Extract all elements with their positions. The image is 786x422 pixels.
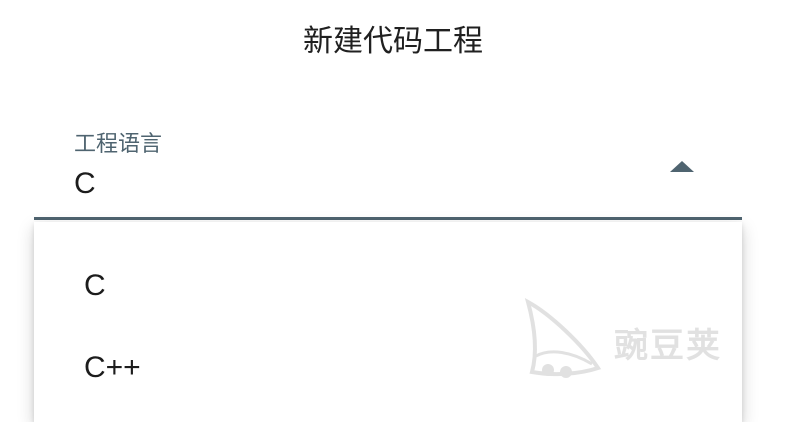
menu-item-c[interactable]: C <box>34 244 742 328</box>
arrow-up-icon[interactable] <box>670 161 694 172</box>
language-select[interactable]: 工程语言 C <box>34 124 742 220</box>
dialog-title: 新建代码工程 <box>303 24 483 59</box>
language-field-label: 工程语言 <box>74 132 163 157</box>
language-dropdown-menu: C C++ <box>34 222 742 422</box>
menu-item-cpp[interactable]: C++ <box>34 326 742 410</box>
language-field-value: C <box>74 167 96 200</box>
